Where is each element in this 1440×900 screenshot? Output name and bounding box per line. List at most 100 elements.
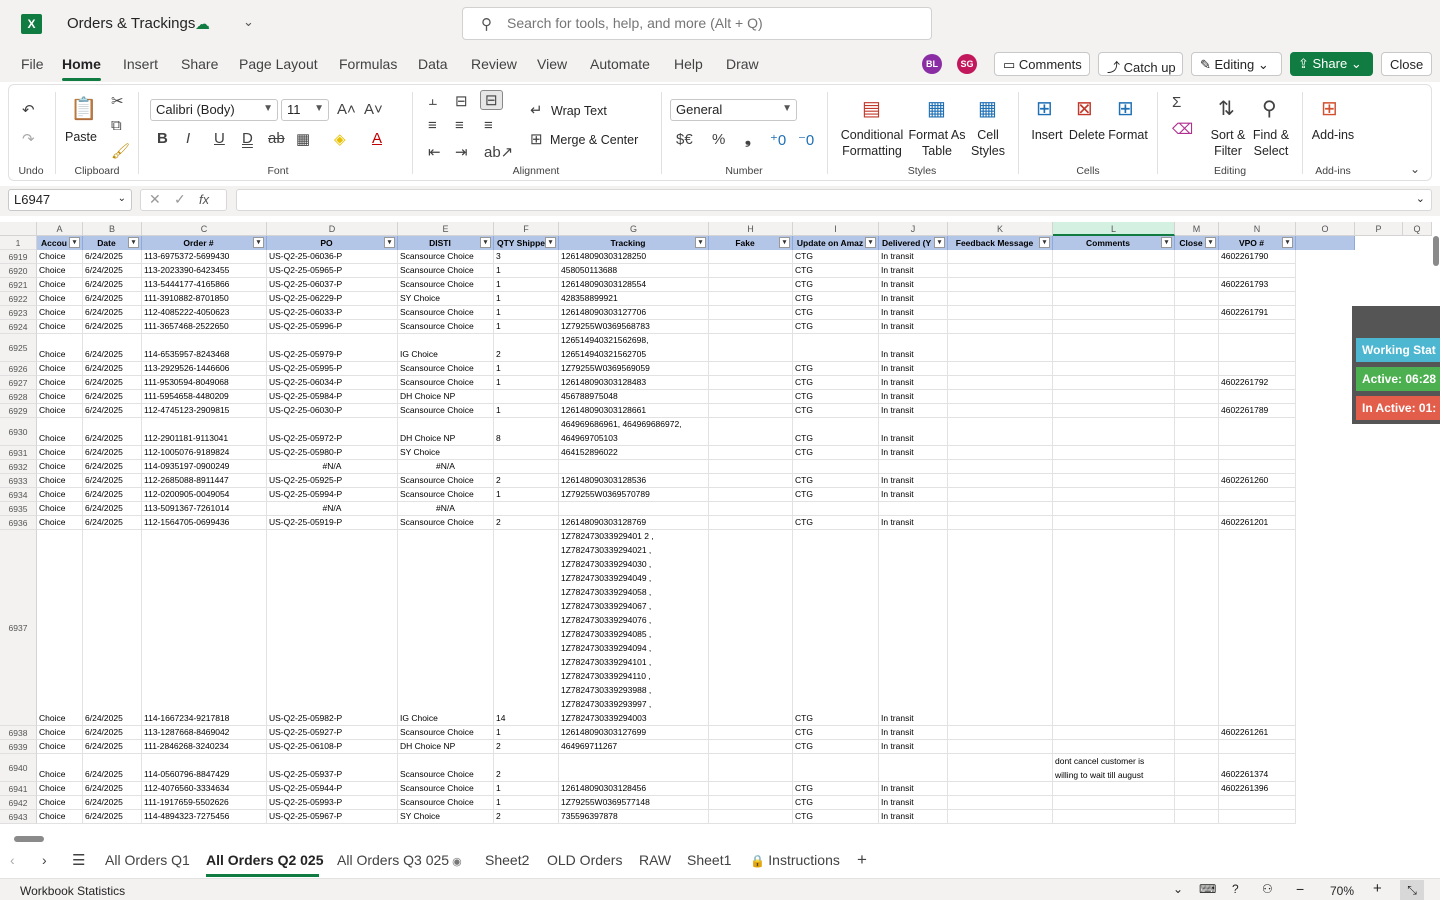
header-cell[interactable]: Delivered (Y ▾ [879,236,948,250]
table-cell[interactable] [1175,292,1219,306]
table-cell[interactable]: Scansource Choice [398,754,494,782]
font-name-dropdown[interactable]: Calibri (Body) ▼ [150,99,278,121]
table-cell[interactable]: US-Q2-25-05994-P [267,488,398,502]
table-cell[interactable]: US-Q2-25-05937-P [267,754,398,782]
spreadsheet-grid[interactable]: A B C D E F G H I J K L M N O P Q 1 Accou ▾ Date ▾ Order # ▾ PO ▾… [0,222,1432,832]
table-cell[interactable]: Scansource Choice [398,278,494,292]
table-cell[interactable] [1053,278,1175,292]
fit-window-icon[interactable]: ⤡ [1400,880,1424,900]
next-sheet-icon[interactable]: › [42,852,47,868]
table-cell[interactable]: 112-4076560-3334634 [142,782,267,796]
table-cell[interactable]: 456788975048 [559,390,709,404]
table-cell[interactable]: 113-1287668-8469042 [142,726,267,740]
table-cell[interactable]: 6/24/2025 [83,474,142,488]
filter-dropdown-icon[interactable]: ▾ [695,237,706,248]
row-number[interactable]: 6940 [0,754,37,782]
table-cell[interactable]: CTG [793,516,879,530]
table-cell[interactable]: Choice [37,250,83,264]
table-cell[interactable] [1053,740,1175,754]
row-number[interactable]: 6932 [0,460,37,474]
table-cell[interactable] [1175,488,1219,502]
column-header-i[interactable]: I [793,222,879,236]
help-icon[interactable]: ? [1232,882,1239,896]
table-cell[interactable]: 464969711267 [559,740,709,754]
table-cell[interactable]: 113-2023390-6423455 [142,264,267,278]
table-cell[interactable] [494,460,559,474]
header-cell[interactable]: VPO # ▾ [1219,236,1296,250]
table-cell[interactable] [948,292,1053,306]
table-cell[interactable]: 1Z79255W0369568783 [559,320,709,334]
zoom-in-icon[interactable]: + [1373,880,1382,897]
table-cell[interactable]: US-Q2-25-05984-P [267,390,398,404]
table-cell[interactable]: 6/24/2025 [83,264,142,278]
table-cell[interactable]: Scansource Choice [398,362,494,376]
table-cell[interactable]: Choice [37,362,83,376]
menu-share[interactable]: Share [181,56,218,72]
table-cell[interactable]: 6/24/2025 [83,404,142,418]
table-cell[interactable]: #N/A [267,502,398,516]
table-cell[interactable]: 2 [494,474,559,488]
table-cell[interactable] [1175,334,1219,362]
tab-sheet2[interactable]: Sheet2 [485,852,529,868]
header-cell[interactable]: Update on Amaz ▾ [793,236,879,250]
table-cell[interactable]: 126148090303128456 [559,782,709,796]
table-cell[interactable] [1053,726,1175,740]
table-cell[interactable]: US-Q2-25-06036-P [267,250,398,264]
table-cell[interactable] [559,460,709,474]
table-cell[interactable]: In transit [879,264,948,278]
borders-icon[interactable]: ▦ [296,130,310,148]
table-cell[interactable] [1175,796,1219,810]
table-cell[interactable] [1053,404,1175,418]
table-cell[interactable] [1053,474,1175,488]
table-cell[interactable]: Scansource Choice [398,782,494,796]
table-cell[interactable] [559,754,709,782]
table-cell[interactable] [1219,740,1296,754]
table-cell[interactable]: Scansource Choice [398,796,494,810]
table-cell[interactable] [1175,390,1219,404]
header-cell[interactable]: PO ▾ [267,236,398,250]
table-cell[interactable] [1219,418,1296,446]
scroll-thumb[interactable] [14,836,44,842]
redo-icon[interactable]: ↷ [22,130,35,148]
table-cell[interactable]: Choice [37,782,83,796]
table-cell[interactable]: In transit [879,334,948,362]
row-number[interactable]: 6924 [0,320,37,334]
table-cell[interactable] [1219,796,1296,810]
increase-decimal-icon[interactable]: ⁺0 [770,131,786,149]
table-cell[interactable]: US-Q2-25-05927-P [267,726,398,740]
table-cell[interactable]: 112-2685088-8911447 [142,474,267,488]
table-cell[interactable]: 4602261396 [1219,782,1296,796]
table-cell[interactable] [709,474,793,488]
table-cell[interactable]: US-Q2-25-06030-P [267,404,398,418]
table-cell[interactable]: CTG [793,740,879,754]
table-cell[interactable]: 6/24/2025 [83,306,142,320]
filter-dropdown-icon[interactable]: ▾ [1161,237,1172,248]
table-cell[interactable]: Choice [37,740,83,754]
table-cell[interactable] [709,264,793,278]
table-cell[interactable]: Scansource Choice [398,404,494,418]
table-cell[interactable]: Choice [37,278,83,292]
header-cell[interactable]: DISTI ▾ [398,236,494,250]
table-cell[interactable]: 1 [494,404,559,418]
table-cell[interactable]: Scansource Choice [398,264,494,278]
table-cell[interactable]: 6/24/2025 [83,726,142,740]
table-cell[interactable] [948,446,1053,460]
table-cell[interactable]: CTG [793,474,879,488]
table-cell[interactable]: Scansource Choice [398,250,494,264]
format-painter-icon[interactable]: 🖌 [111,142,130,160]
table-cell[interactable]: 6/24/2025 [83,446,142,460]
table-cell[interactable]: US-Q2-25-05967-P [267,810,398,824]
table-cell[interactable]: Scansource Choice [398,474,494,488]
table-cell[interactable]: 6/24/2025 [83,390,142,404]
menu-view[interactable]: View [537,56,567,72]
table-cell[interactable] [1175,278,1219,292]
table-cell[interactable]: In transit [879,376,948,390]
table-cell[interactable] [709,502,793,516]
table-cell[interactable]: CTG [793,376,879,390]
table-cell[interactable]: 2 [494,754,559,782]
table-cell[interactable] [709,278,793,292]
table-cell[interactable]: 2 [494,334,559,362]
table-cell[interactable]: US-Q2-25-05979-P [267,334,398,362]
table-cell[interactable]: 126148090303128483 [559,376,709,390]
table-cell[interactable] [1219,292,1296,306]
